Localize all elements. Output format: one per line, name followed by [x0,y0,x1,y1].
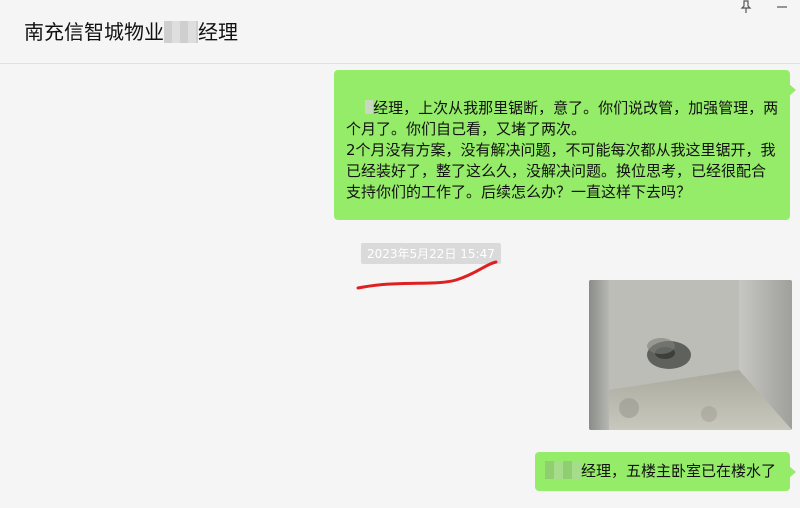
redacted-name-mosaic [164,21,198,43]
message-2-text: 经理，五楼主卧室已在楼水了 [581,462,777,480]
chat-title-prefix: 南充信智城物业 [24,20,164,44]
ceiling-leak-photo [589,280,792,430]
message-bubble-1[interactable]: 经理，上次从我那里锯断，意了。你们说改管，加强管理，两个月了。你们自己看，又堵了… [334,70,796,220]
message-1-prefix: 经理，上次从我那里锯断， [373,99,554,117]
minimize-icon[interactable] [770,0,794,20]
chat-window: 南充信智城物业 经理 经理，上次从我那里锯断，意了。你们说改管，加强管理，两个月了… [0,0,800,508]
redacted-char [365,100,374,114]
chat-header: 南充信智城物业 经理 [0,0,800,64]
chat-title-suffix: 经理 [198,20,238,44]
message-bubble-2[interactable]: 经理，五楼主卧室已在楼水了 [535,452,796,491]
red-underline-annotation [356,260,498,290]
message-image[interactable] [589,280,792,430]
redacted-name-mosaic [545,461,581,479]
pin-icon[interactable] [734,0,758,20]
chat-title: 南充信智城物业 经理 [24,16,238,45]
